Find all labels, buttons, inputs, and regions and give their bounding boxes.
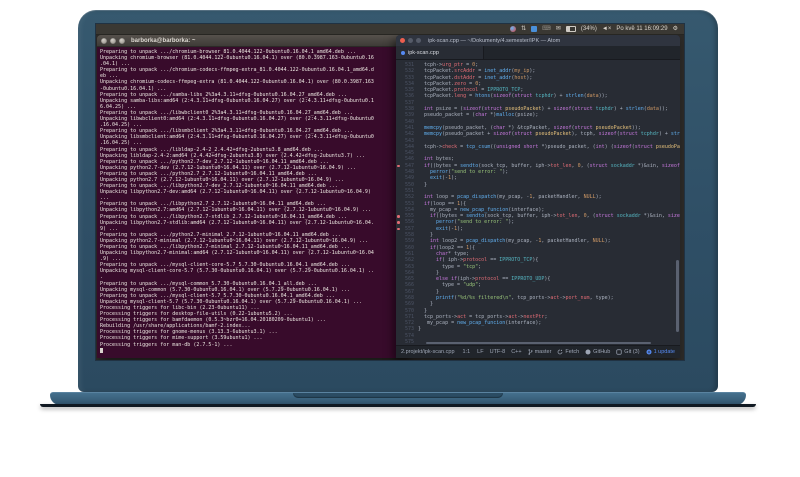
atom-titlebar[interactable]: ipk-scan.cpp — ~/Dokumenty/4.semester/IP… [396, 35, 680, 46]
status-right: LF UTF-8 C++ master Fetch GitHub Git (3) 1 upda… [477, 349, 675, 355]
app-indicator-icon[interactable] [531, 26, 538, 32]
system-panel: ⇅ ⌨ ✉ (34%) ◄× Po kvě 11 16:09:29 ⚙ [96, 24, 684, 35]
status-git-3[interactable]: Git (3) [616, 349, 640, 355]
horizontal-scrollbar[interactable] [426, 342, 651, 344]
page: ⇅ ⌨ ✉ (34%) ◄× Po kvě 11 16:09:29 ⚙ barborka@b… [0, 0, 800, 477]
status-label: LF [477, 349, 484, 355]
volume-muted-icon[interactable]: ◄× [602, 26, 611, 32]
status-bar: 2.projekt/ipk-scan.cpp 1:1 LF UTF-8 C++ mas… [396, 345, 680, 358]
terminal-line: Unpacking libpython2.7:amd64 (2.7.12-1ub… [100, 207, 371, 214]
mail-icon[interactable]: ✉ [556, 26, 561, 32]
tab-label: ipk-scan.cpp [408, 49, 439, 56]
status-c[interactable]: C++ [511, 349, 521, 355]
terminal-line: Unpacking mysql-client-core-5.7 (5.7.30-… [100, 268, 374, 275]
minimize-button[interactable] [110, 37, 116, 44]
atom-window-title: ipk-scan.cpp — ~/Dokumenty/4.semester/IP… [428, 37, 561, 44]
cursor-position[interactable]: 1:1 [463, 349, 471, 355]
terminal-cursor-line [100, 347, 407, 354]
terminal-line: Unpacking libpython2.7-minimal:amd64 (2.… [100, 250, 374, 257]
vertical-scrollbar[interactable] [676, 260, 679, 332]
system-tray: ⇅ ⌨ ✉ (34%) ◄× Po kvě 11 16:09:29 ⚙ [510, 26, 684, 32]
status-left: 2.projekt/ipk-scan.cpp 1:1 [401, 349, 470, 355]
update-icon [646, 349, 652, 355]
terminal-title: barborka@barborka: ~ [131, 37, 196, 44]
lint-error-icon [397, 227, 400, 231]
close-button[interactable] [400, 38, 405, 43]
laptop-bottom-edge [40, 404, 756, 407]
status-lf[interactable]: LF [477, 349, 483, 355]
keyboard-indicator-icon[interactable]: ⌨ [542, 26, 551, 32]
terminal-window: barborka@barborka: ~ Preparing to unpack… [97, 35, 407, 358]
messaging-indicator-icon[interactable] [510, 26, 517, 32]
close-button[interactable] [101, 37, 107, 44]
github-icon [585, 349, 591, 355]
maximize-button[interactable] [416, 38, 421, 43]
atom-window: ipk-scan.cpp — ~/Dokumenty/4.semester/IP… [396, 35, 680, 358]
maximize-button[interactable] [119, 37, 125, 44]
terminal-line: Unpacking chromium-browser (81.0.4044.12… [100, 55, 374, 62]
file-icon [401, 50, 405, 55]
battery-label[interactable]: (34%) [581, 26, 597, 32]
terminal-line: Unpacking chromium-codecs-ffmpeg-extra (… [100, 79, 374, 86]
status-label: UTF-8 [489, 349, 506, 355]
terminal-line: Unpacking libpython2.7-dev:amd64 (2.7.12… [100, 189, 371, 196]
code-editor[interactable]: 531 tcph->urg_ptr = 0; 532 tcpPacket.srcAdd… [396, 60, 680, 345]
status-label: 1 update [653, 349, 675, 355]
status-label: C++ [511, 349, 522, 355]
battery-icon[interactable] [565, 26, 576, 32]
minimize-button[interactable] [408, 38, 413, 43]
laptop-screen: ⇅ ⌨ ✉ (34%) ◄× Po kvě 11 16:09:29 ⚙ barborka@b… [96, 24, 684, 360]
status-github[interactable]: GitHub [585, 349, 610, 355]
terminal-line: Unpacking libpython2.7-stdlib:amd64 (2.7… [100, 219, 374, 226]
status-label: GitHub [593, 349, 611, 355]
clock[interactable]: Po kvě 11 16:09:29 [616, 26, 667, 32]
tab-ipk-scan[interactable]: ipk-scan.cpp [396, 46, 484, 59]
terminal-titlebar[interactable]: barborka@barborka: ~ [97, 35, 407, 47]
lint-error-icon [397, 164, 400, 168]
terminal-line: Unpacking libsmbclient:amd64 (2:4.3.11+d… [100, 134, 374, 141]
terminal-cursor [100, 347, 103, 353]
lint-error-icon [397, 221, 400, 224]
network-arrows-icon[interactable]: ⇅ [521, 26, 526, 32]
status-fetch[interactable]: Fetch [557, 349, 579, 355]
code-lines: 531 tcph->urg_ptr = 0; 532 tcpPacket.srcAdd… [396, 62, 680, 345]
file-path[interactable]: 2.projekt/ipk-scan.cpp [401, 349, 455, 355]
terminal-line: Unpacking samba-libs:amd64 (2:4.3.11+dfs… [100, 97, 374, 104]
status-label: master [534, 349, 552, 355]
status-label: Fetch [565, 349, 580, 355]
terminal-line: Unpacking libwbclient0:amd64 (2:4.3.11+d… [100, 116, 374, 123]
terminal-line: Unpacking libldap-2.4-2:amd64 (2.4.42+df… [100, 152, 365, 159]
status-master[interactable]: master [528, 349, 552, 355]
status-1-update[interactable]: 1 update [646, 349, 675, 355]
tab-bar: ipk-scan.cpp [396, 46, 680, 60]
git-icon [616, 349, 622, 355]
line-number: 575 [404, 339, 414, 345]
branch-icon [528, 349, 533, 355]
status-utf-8[interactable]: UTF-8 [490, 349, 506, 355]
terminal-output[interactable]: Preparing to unpack .../chromium-browser… [97, 47, 407, 358]
sync-icon [558, 349, 563, 355]
lint-error-icon [397, 215, 400, 218]
terminal-line: Preparing to unpack .../chromium-codecs-… [100, 67, 374, 74]
laptop-lid-notch [293, 393, 503, 398]
status-label: Git (3) [624, 349, 640, 355]
session-gear-icon[interactable]: ⚙ [673, 26, 678, 32]
